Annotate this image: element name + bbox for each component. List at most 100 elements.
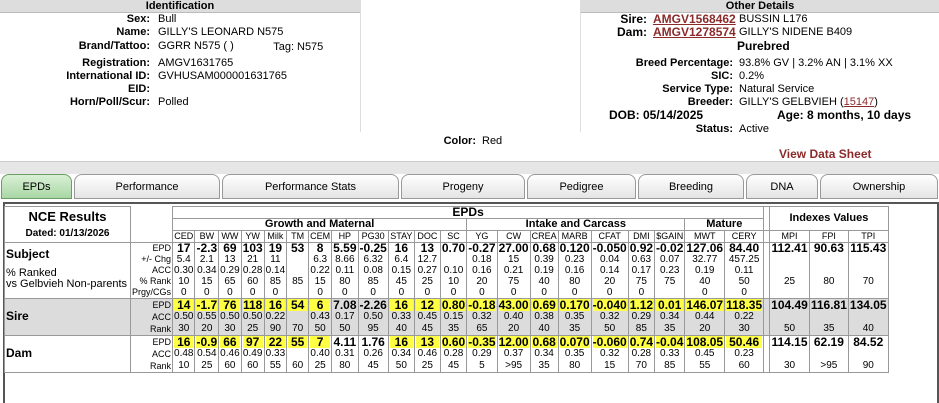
subject-chg-value [811,254,847,265]
subject-cell: 16 6.4 0.15 45 0 [387,242,415,299]
subject-acc-value: 0.11 [335,265,355,276]
sire-epd-value: 6 [310,299,331,311]
sire-epd-value: 16 [265,299,286,311]
subject-rank-value: 80 [823,276,835,287]
sire-acc-value: 0.43 [310,311,330,322]
subject-prgy-value: 0 [510,287,517,298]
subject-rank-value: 40 [699,276,711,287]
status-label: Status: [695,123,733,135]
subject-prgy-value: 0 [541,287,547,298]
intake-carcass-header: Intake and Carcass [466,218,686,231]
view-data-sheet-link[interactable]: View Data Sheet [779,147,871,161]
sire-epd-value: 0.170 [559,298,590,312]
subject-chg-value [850,254,887,265]
subject-prgy-value: 0 [342,287,348,298]
subject-rank-value: 10 [178,276,190,287]
subject-row-labels: EPD +/- Chg ACC% Rank Prgy/CGs [129,242,174,299]
subject-acc-value: 0.08 [363,265,383,276]
sire-epd-value: 116.81 [810,298,847,312]
subject-acc-value: 0.10 [443,265,464,276]
subject-prgy-value: 0 [424,287,431,298]
dam-acc-value [850,348,887,360]
nce-title: NCE Results [28,208,107,224]
tab-performance[interactable]: Performance [74,174,220,199]
subject-epd-value: 112.41 [771,241,808,255]
sire-label: Sire [6,309,29,323]
sire-cell: 0.80 0.15 35 [439,298,468,336]
row-label: EPD [152,337,172,347]
dam-cell: 108.05 0.45 55 [684,335,726,373]
subject-chg-value: 0.63 [631,254,652,265]
subject-rank-value: 80 [569,276,581,287]
vs-label: vs Gelbvieh Non-parents [6,278,128,290]
tab-ownership[interactable]: Ownership [820,174,938,199]
dam-rank-value: 80 [339,360,351,371]
tab-epds[interactable]: EPDs [1,174,72,199]
tab-dna[interactable]: DNA [746,174,818,199]
subject-prgy-value: 0 [398,287,405,298]
dam-epd-value: 66 [220,336,240,348]
sire-acc-value: 0.33 [391,311,412,322]
dam-rank-value: >95 [505,360,523,371]
sex-value: Bull [158,13,177,25]
sire-cell: 16 0.22 90 [263,298,288,336]
sire-epd-value: 134.05 [849,298,887,312]
dam-rank-value: 60 [292,360,304,371]
tab-performance-stats[interactable]: Performance Stats [222,174,399,199]
subject-epd-value: 27.00 [498,241,529,255]
subject-acc-value: 0.19 [695,265,715,276]
tab-breeding[interactable]: Breeding [638,174,744,199]
dam-epd-value: 22 [265,336,286,348]
row-label: ACC [152,312,172,322]
breeder-id-link[interactable]: 15147 [844,96,875,108]
subject-cell: -0.02 0.07 0.23 75 [654,241,686,299]
subject-rank-value: 15 [201,276,213,287]
dated-label: Dated: 01/13/2026 [25,227,110,239]
dam-acc-value: 0.49 [242,348,263,359]
nce-header-cell: NCE Results Dated: 01/13/2026 [4,206,131,243]
sire-acc-value: 0.55 [197,311,217,322]
subject-rank-value: 70 [862,276,874,287]
dam-rank-value: 30 [783,360,796,371]
dam-cell: 55 60 [286,335,310,373]
subject-acc-value: 0.11 [734,265,754,276]
dam-acc-value: 0.28 [631,348,652,359]
subject-rank-value: 20 [604,276,616,287]
tab-progeny[interactable]: Progeny [401,174,525,199]
dam-rank-value: 60 [224,360,236,371]
dam-id-link[interactable]: AMGV1278574 [653,26,736,39]
subject-rank-value: 75 [664,276,676,287]
subject-epd-value: 0.120 [559,241,590,255]
sire-cell: 118 0.50 25 [240,298,265,336]
sire-cell: 76 0.50 30 [218,298,242,336]
subject-epd-value: 5.59 [333,241,357,255]
subject-epd-value: -0.02 [656,241,684,255]
subject-prgy-value: 0 [479,287,485,298]
subject-acc-value: 0.30 [174,265,194,276]
subject-rank-value: 85 [292,276,304,287]
sire-rank-value: 50 [339,323,351,334]
dam-epd-value: 0.74 [629,335,654,349]
subject-chg-value: 15 [508,254,520,265]
sire-acc-value: 0.15 [443,311,464,322]
row-label: Rank [150,324,172,334]
dam-acc-value: 0.40 [310,348,330,359]
subject-chg-value: 457.25 [728,254,760,265]
dam-cell: 0.74 0.28 70 [627,335,656,373]
sire-rank-value: 95 [367,323,379,334]
dam-epd-value: -0.9 [196,335,218,349]
sire-cell: 0.69 0.38 40 [529,298,559,336]
intl-id-label: International ID: [66,70,150,82]
sire-cell: 116.81 35 [808,298,849,336]
dam-cell: 62.19 >95 [808,335,849,373]
sire-cell: 0.01 0.34 35 [654,298,686,336]
dam-acc-value: 0.26 [363,348,383,359]
dam-name: GILLY'S NIDENE B409 [739,26,853,38]
subject-epd-value: 84.40 [729,241,760,255]
sire-cell: 118.35 0.22 30 [724,298,765,336]
dam-cell: 7 0.40 25 [308,335,333,373]
tab-pedigree[interactable]: Pedigree [527,174,636,199]
dam-cell: 1.76 0.26 45 [357,335,389,373]
epd-table: NCE Results Dated: 01/13/2026 EPDs Index… [4,206,889,373]
dam-rank-value: 90 [862,360,874,371]
